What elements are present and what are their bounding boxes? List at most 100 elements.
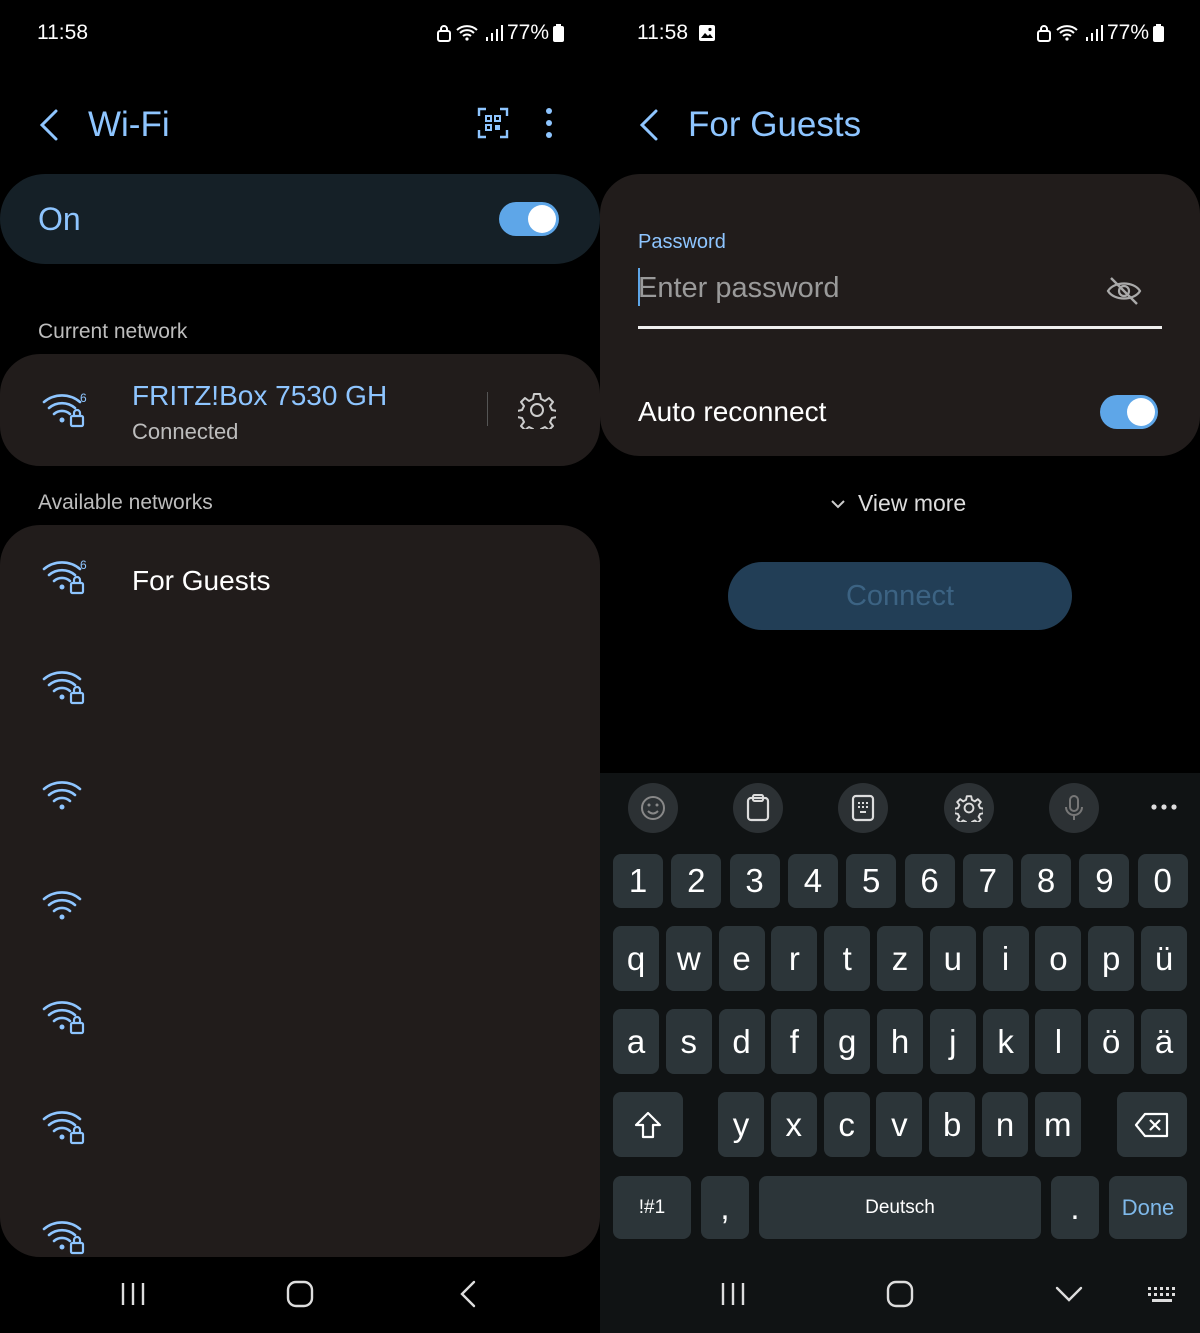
key-e[interactable]: e — [718, 926, 765, 991]
key-b[interactable]: b — [929, 1092, 976, 1157]
shift-key[interactable] — [613, 1092, 683, 1157]
key-x[interactable]: x — [770, 1092, 817, 1157]
period-key[interactable]: . — [1051, 1176, 1099, 1239]
wifi-toggle-card[interactable]: On — [0, 174, 600, 264]
view-more-button[interactable]: View more — [830, 490, 966, 517]
battery-icon — [1153, 24, 1164, 42]
key-f[interactable]: f — [771, 1009, 818, 1074]
key-7[interactable]: 7 — [962, 854, 1013, 908]
current-network-card[interactable]: 6 FRITZ!Box 7530 GH Connected — [0, 354, 600, 466]
status-time: 11:58 — [637, 21, 688, 44]
password-input[interactable]: Enter password — [638, 272, 840, 305]
network-list-item[interactable]: 6 For Guests — [0, 525, 600, 635]
back-arrow-icon[interactable] — [36, 108, 66, 142]
network-list-item[interactable] — [0, 745, 600, 855]
key-ä[interactable]: ä — [1141, 1009, 1187, 1074]
key-4[interactable]: 4 — [787, 854, 838, 908]
key-n[interactable]: n — [982, 1092, 1028, 1157]
emoji-button[interactable] — [628, 783, 678, 833]
key-i[interactable]: i — [982, 926, 1029, 991]
key-l[interactable]: l — [1035, 1009, 1082, 1074]
key-m[interactable]: m — [1034, 1092, 1081, 1157]
clipboard-button[interactable] — [733, 783, 783, 833]
key-y[interactable]: y — [718, 1092, 764, 1157]
wifi-settings-screen: 11:58 77% Wi-Fi On Current network 6 FRI… — [0, 0, 600, 1333]
key-h[interactable]: h — [877, 1009, 923, 1074]
key-t[interactable]: t — [824, 926, 871, 991]
back-arrow-icon[interactable] — [636, 108, 666, 142]
key-j[interactable]: j — [929, 1009, 976, 1074]
clipboard-icon — [746, 794, 770, 822]
svg-text:6: 6 — [80, 391, 87, 405]
hide-keyboard-icon[interactable] — [1054, 1279, 1084, 1309]
key-8[interactable]: 8 — [1021, 854, 1072, 908]
more-tools-icon[interactable] — [1151, 803, 1177, 811]
back-nav-icon[interactable] — [458, 1279, 480, 1309]
key-q[interactable]: q — [613, 926, 659, 991]
password-underline — [638, 326, 1162, 329]
voice-input-button[interactable] — [1049, 783, 1099, 833]
recent-apps-icon[interactable] — [720, 1279, 746, 1309]
network-list-item[interactable] — [0, 1075, 600, 1185]
done-key[interactable]: Done — [1109, 1176, 1187, 1239]
chevron-down-icon — [831, 499, 845, 508]
keyboard: 1 2 3 4 5 6 7 8 9 0 q w e r t z u i o p ü a s d f g h j k l ö ä y x c v b n m!… — [600, 773, 1200, 1333]
gear-icon[interactable] — [518, 391, 556, 429]
keyboard-settings-button[interactable] — [944, 783, 994, 833]
key-g[interactable]: g — [824, 1009, 871, 1074]
keyboard-switch-icon[interactable] — [1146, 1279, 1178, 1309]
keyboard-mode-button[interactable] — [838, 783, 888, 833]
key-0[interactable]: 0 — [1137, 854, 1188, 908]
divider — [487, 392, 488, 426]
status-bar: 11:58 77% — [0, 0, 600, 66]
key-s[interactable]: s — [665, 1009, 712, 1074]
recent-apps-icon[interactable] — [120, 1279, 146, 1309]
key-k[interactable]: k — [982, 1009, 1029, 1074]
battery-icon — [553, 24, 564, 42]
home-icon[interactable] — [886, 1279, 914, 1309]
key-9[interactable]: 9 — [1079, 854, 1130, 908]
symbols-key[interactable]: !#1 — [613, 1176, 691, 1239]
available-networks-header: Available networks — [38, 491, 213, 514]
key-z[interactable]: z — [877, 926, 923, 991]
more-options-icon[interactable] — [536, 106, 562, 140]
key-v[interactable]: v — [876, 1092, 923, 1157]
available-networks-list: 6 For Guests — [0, 525, 600, 1257]
key-6[interactable]: 6 — [904, 854, 955, 908]
key-r[interactable]: r — [771, 926, 818, 991]
key-3[interactable]: 3 — [729, 854, 780, 908]
auto-reconnect-toggle[interactable] — [1100, 395, 1158, 429]
keyboard-toolbar — [600, 773, 1200, 841]
key-ö[interactable]: ö — [1088, 1009, 1135, 1074]
key-d[interactable]: d — [718, 1009, 765, 1074]
key-ü[interactable]: ü — [1141, 926, 1187, 991]
signal-icon — [1085, 25, 1103, 41]
key-u[interactable]: u — [929, 926, 976, 991]
network-list-item[interactable] — [0, 965, 600, 1075]
key-c[interactable]: c — [823, 1092, 870, 1157]
battery-percent: 77% — [1106, 21, 1149, 44]
lock-icon — [436, 25, 451, 42]
space-key[interactable]: Deutsch — [759, 1176, 1041, 1239]
qr-scan-icon[interactable] — [477, 107, 509, 139]
network-list-item[interactable] — [0, 855, 600, 965]
connect-button[interactable]: Connect — [728, 562, 1072, 630]
key-p[interactable]: p — [1088, 926, 1135, 991]
battery-percent: 77% — [506, 21, 549, 44]
wifi-status-icon — [456, 25, 478, 41]
wifi-6-lock-icon: 6 — [42, 558, 87, 595]
wifi-icon — [42, 891, 82, 920]
wifi-toggle[interactable] — [499, 202, 559, 236]
password-label: Password — [638, 231, 726, 253]
key-o[interactable]: o — [1035, 926, 1082, 991]
key-5[interactable]: 5 — [846, 854, 897, 908]
key-1[interactable]: 1 — [613, 854, 663, 908]
eye-hidden-icon[interactable] — [1106, 275, 1142, 307]
network-list-item[interactable] — [0, 635, 600, 745]
backspace-key[interactable] — [1117, 1092, 1187, 1157]
key-2[interactable]: 2 — [671, 854, 722, 908]
key-w[interactable]: w — [665, 926, 712, 991]
key-a[interactable]: a — [613, 1009, 659, 1074]
home-icon[interactable] — [286, 1279, 314, 1309]
comma-key[interactable]: , — [701, 1176, 749, 1239]
